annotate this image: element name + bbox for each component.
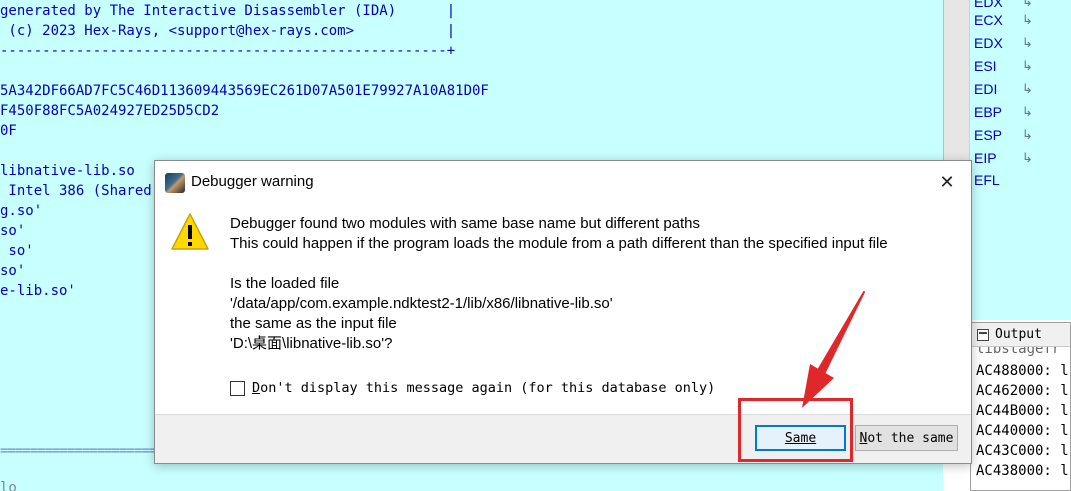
output-line: AC438000: l <box>976 463 1069 479</box>
ida-app-icon <box>165 173 185 193</box>
output-title-bar[interactable]: Output <box>971 323 1070 347</box>
annotation-highlight-box <box>738 398 853 462</box>
register-name: EDI <box>974 81 998 97</box>
dont-display-again-checkbox[interactable] <box>230 380 245 396</box>
listing-line: (c) 2023 Hex-Rays, <support@hex-rays.com… <box>0 23 456 39</box>
listing-footer-label: lo <box>0 480 17 491</box>
register-name: ESP <box>974 127 1003 143</box>
listing-line: so' <box>0 263 26 279</box>
register-row[interactable]: ECX ↳ <box>974 9 1068 31</box>
jump-arrow-icon[interactable]: ↳ <box>1022 12 1033 28</box>
listing-line: e-lib.so' <box>0 283 76 299</box>
output-line: libstagefr <box>976 347 1061 357</box>
question-line: Is the loaded file <box>230 275 340 292</box>
output-pane[interactable]: Output libstagefr AC488000: l AC462000: … <box>970 322 1071 491</box>
warning-message-line: Debugger found two modules with same bas… <box>230 215 701 232</box>
listing-line: Intel 386 (Shared <box>0 183 152 199</box>
jump-arrow-icon[interactable]: ↳ <box>1022 35 1033 51</box>
register-row[interactable]: ESI ↳ <box>974 55 1068 77</box>
jump-arrow-icon[interactable]: ↳ <box>1022 104 1033 120</box>
register-row[interactable]: EFL <box>974 169 1068 191</box>
output-line: AC43C000: l <box>976 443 1069 459</box>
listing-line: ----------------------------------------… <box>0 43 456 59</box>
register-name: EIP <box>974 150 997 166</box>
listing-line: generated by The Interactive Disassemble… <box>0 3 456 19</box>
output-line: AC440000: l <box>976 423 1069 439</box>
dialog-title-bar[interactable]: Debugger warning ✕ <box>155 161 971 205</box>
loaded-file-path: '/data/app/com.example.ndktest2-1/lib/x8… <box>230 295 613 312</box>
warning-message-line: This could happen if the program loads t… <box>230 235 888 252</box>
listing-line: so' <box>0 223 26 239</box>
listing-line: F450F88FC5A024927ED25D5CD2 <box>0 103 220 119</box>
dont-display-again-row[interactable]: Don't display this message again (for th… <box>230 380 715 396</box>
jump-arrow-icon[interactable]: ↳ <box>1022 127 1033 143</box>
register-row[interactable]: EDI ↳ <box>974 78 1068 100</box>
close-icon[interactable]: ✕ <box>935 170 959 194</box>
not-the-same-button-label: Not the same <box>859 430 954 446</box>
register-name: EFL <box>974 172 1000 188</box>
jump-arrow-icon[interactable]: ↳ <box>1022 58 1033 74</box>
register-name: EBP <box>974 104 1003 120</box>
dialog-title: Debugger warning <box>191 173 314 190</box>
listing-line: g.so' <box>0 203 43 219</box>
jump-arrow-icon[interactable]: ↳ <box>1022 81 1033 97</box>
register-name: ESI <box>974 58 997 74</box>
register-row[interactable]: EIP ↳ <box>974 147 1068 169</box>
output-line: AC462000: l <box>976 383 1069 399</box>
input-file-path: 'D:\桌面\libnative-lib.so'? <box>230 335 393 352</box>
listing-line: 0F <box>0 123 17 139</box>
output-line: AC44B000: l <box>976 403 1069 419</box>
register-name: ECX <box>974 12 1003 28</box>
listing-line: so' <box>0 243 34 259</box>
dont-display-again-label[interactable]: Don't display this message again (for th… <box>252 380 715 396</box>
output-line: AC488000: l <box>976 363 1069 379</box>
listing-line: 5A342DF66AD7FC5C46D113609443569EC261D07A… <box>0 83 489 99</box>
register-row[interactable]: ESP ↳ <box>974 124 1068 146</box>
register-row[interactable]: EDX ↳ <box>974 32 1068 54</box>
jump-arrow-icon[interactable]: ↳ <box>1022 150 1033 166</box>
warning-triangle-icon <box>171 213 209 250</box>
register-row[interactable]: EBP ↳ <box>974 101 1068 123</box>
output-title: Output <box>995 327 1042 342</box>
listing-line: libnative-lib.so <box>0 163 135 179</box>
question-line: the same as the input file <box>230 315 397 332</box>
not-the-same-button[interactable]: Not the same <box>855 425 958 451</box>
output-window-icon <box>977 328 989 341</box>
register-name: EDX <box>974 35 1003 51</box>
